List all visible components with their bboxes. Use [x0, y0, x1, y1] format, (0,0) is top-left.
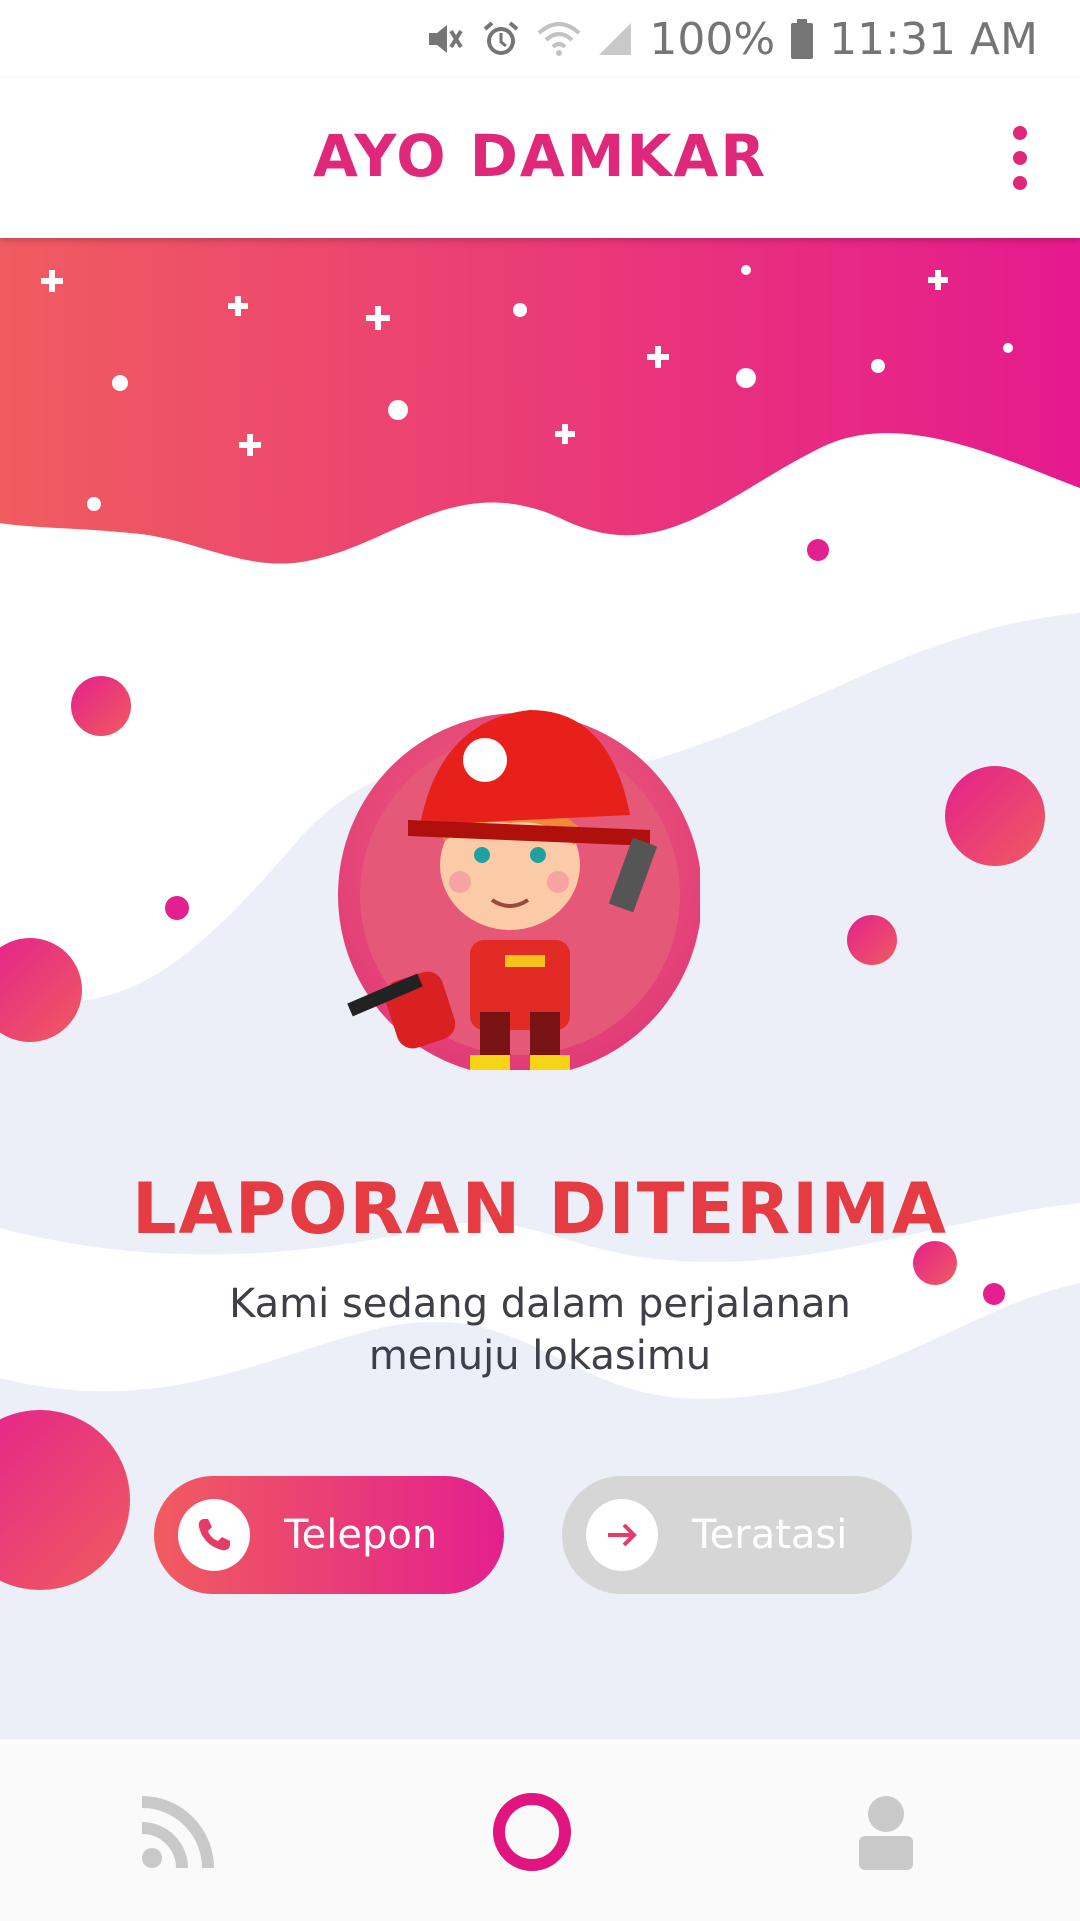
phone-icon: [178, 1499, 250, 1571]
status-time: 11:31 AM: [829, 13, 1038, 65]
status-bar: 100% 11:31 AM: [0, 0, 1080, 78]
rss-icon: [141, 1796, 214, 1869]
signal-icon: [597, 21, 633, 57]
report-title: LAPORAN DITERIMA: [131, 1168, 949, 1250]
teratasi-label: Teratasi: [692, 1512, 848, 1558]
app-title: AYO DAMKAR: [312, 122, 767, 190]
nav-feed[interactable]: [118, 1777, 238, 1887]
firefighter-illustration: [338, 710, 700, 1070]
ring-icon: [493, 1793, 571, 1871]
teratasi-button[interactable]: Teratasi: [562, 1476, 912, 1594]
person-icon: [859, 1796, 913, 1870]
app-bar: AYO DAMKAR: [0, 78, 1080, 238]
alarm-icon: [481, 19, 521, 59]
battery-icon: [791, 19, 814, 59]
report-status-panel: LAPORAN DITERIMA Kami sedang dalam perja…: [0, 238, 1080, 1738]
bottom-navigation: [0, 1738, 1080, 1921]
wifi-icon: [537, 19, 581, 59]
telepon-button[interactable]: Telepon: [154, 1476, 504, 1594]
nav-profile[interactable]: [826, 1777, 946, 1887]
more-vert-icon[interactable]: [1000, 126, 1040, 190]
arrow-right-icon: [586, 1499, 658, 1571]
telepon-label: Telepon: [284, 1512, 438, 1558]
battery-percentage: 100%: [649, 13, 776, 65]
mute-icon: [425, 19, 465, 59]
report-subtitle: Kami sedang dalam perjalanan menuju loka…: [229, 1281, 851, 1379]
nav-home[interactable]: [472, 1777, 592, 1887]
